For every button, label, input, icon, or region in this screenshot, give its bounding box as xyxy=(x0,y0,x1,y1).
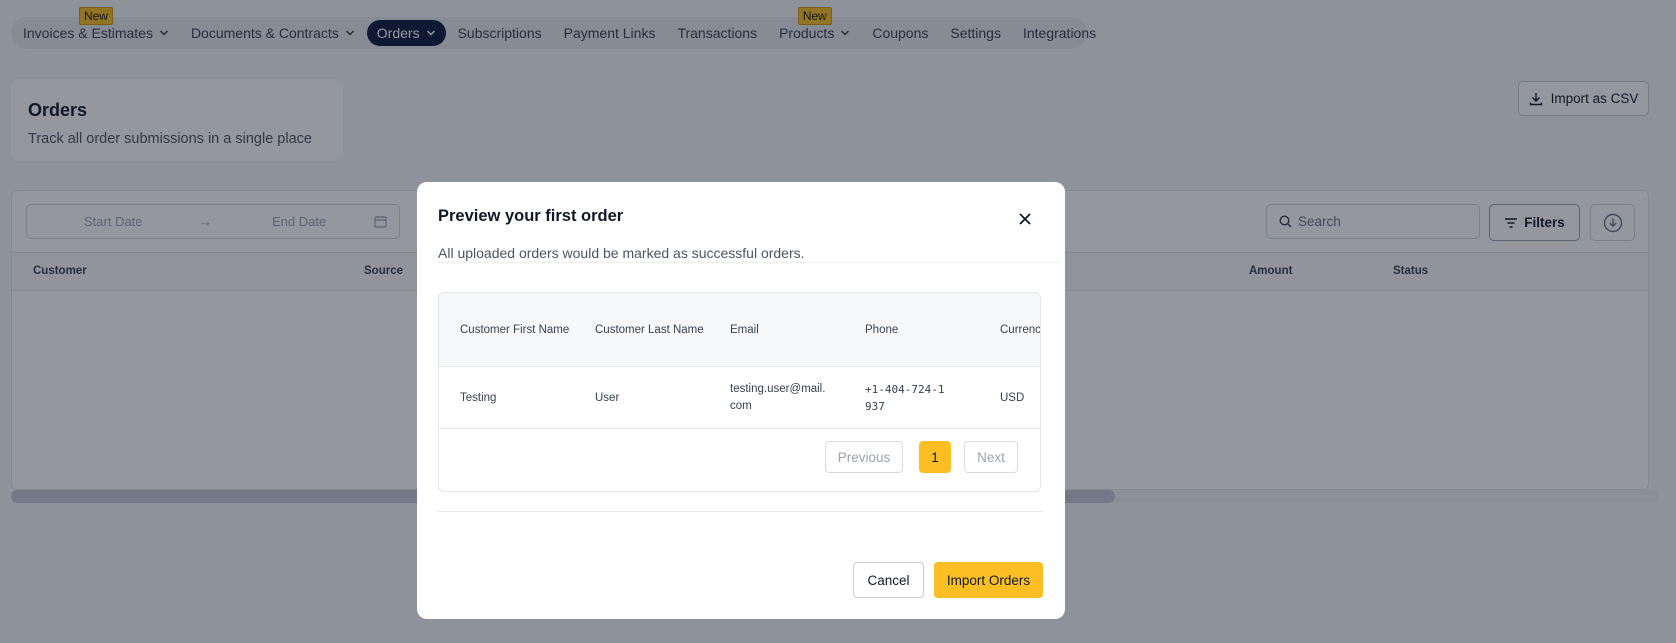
column-email: Email xyxy=(730,323,759,336)
cell-currency: USD xyxy=(1000,391,1025,404)
column-phone: Phone xyxy=(865,323,899,336)
close-button[interactable] xyxy=(1014,208,1036,230)
cell-last-name: User xyxy=(595,391,620,404)
table-row: Testing User testing.user@mail.com +1-40… xyxy=(439,367,1040,429)
column-currency: Currenc xyxy=(1000,323,1041,336)
cell-first-name: Testing xyxy=(460,391,497,404)
import-orders-button[interactable]: Import Orders xyxy=(934,562,1043,598)
column-last-name: Customer Last Name xyxy=(595,323,704,336)
page-1-button[interactable]: 1 xyxy=(919,441,951,473)
modal-title: Preview your first order xyxy=(438,207,624,225)
next-page-button[interactable]: Next xyxy=(964,441,1018,473)
cell-email: testing.user@mail.com xyxy=(730,383,826,412)
pagination: Previous 1 Next xyxy=(439,429,1040,491)
preview-table-header: Customer First Name Customer Last Name E… xyxy=(439,293,1040,367)
close-icon xyxy=(1019,213,1031,225)
modal-subtitle: All uploaded orders would be marked as s… xyxy=(438,245,805,261)
preview-table: Customer First Name Customer Last Name E… xyxy=(438,292,1041,492)
preview-order-modal: Preview your first order All uploaded or… xyxy=(417,182,1065,619)
divider xyxy=(438,262,1061,263)
previous-page-button[interactable]: Previous xyxy=(825,441,903,473)
cancel-button[interactable]: Cancel xyxy=(853,562,924,598)
divider xyxy=(438,511,1043,512)
cell-phone: +1-404-724-1937 xyxy=(865,383,945,413)
column-first-name: Customer First Name xyxy=(460,323,570,336)
